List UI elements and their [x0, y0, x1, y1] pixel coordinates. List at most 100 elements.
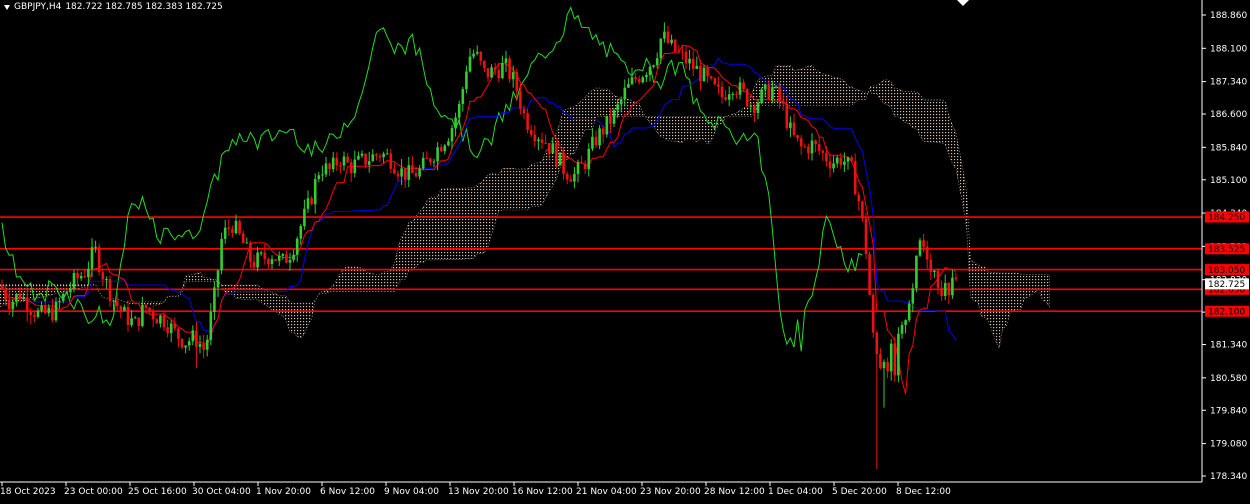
candle [889, 339, 893, 381]
candle-body [270, 259, 274, 265]
candle-body [706, 67, 709, 77]
candle-body [288, 259, 292, 263]
candle-body [904, 320, 907, 325]
candle-body [889, 343, 893, 372]
candle-body [807, 146, 810, 154]
candle [731, 91, 735, 101]
candle-body [871, 294, 875, 333]
candle-body [468, 56, 472, 72]
candle-body [342, 156, 346, 166]
candle-body [123, 307, 126, 311]
candle-body [439, 147, 443, 152]
candle [126, 300, 130, 332]
candle-body [673, 39, 677, 52]
candle [875, 330, 879, 469]
candle [331, 151, 335, 173]
candle [555, 141, 558, 169]
candle [227, 219, 231, 236]
candle-body [619, 99, 623, 105]
candle-body [907, 303, 911, 321]
candle-body [655, 58, 659, 66]
ohlc-label: 182.722 182.785 182.383 182.725 [65, 2, 223, 12]
candle-body [105, 278, 108, 280]
candle-body [313, 179, 317, 205]
candle [295, 236, 299, 262]
candle-body [256, 252, 259, 268]
candle [508, 55, 511, 83]
candle-body [951, 277, 954, 296]
candle-body [767, 84, 771, 100]
x-tick-label: 23 Nov 20:00 [640, 487, 701, 497]
candle-body [227, 227, 231, 229]
candle [299, 223, 303, 245]
candle [133, 315, 137, 319]
candle [36, 307, 40, 319]
candle [565, 171, 569, 185]
candle [108, 275, 112, 307]
candle-body [375, 154, 378, 156]
candle-body [699, 65, 702, 82]
candle [637, 75, 641, 85]
candle [79, 271, 83, 281]
candle-body [835, 157, 839, 164]
candle [339, 161, 342, 174]
candle-body [25, 297, 29, 313]
candle [43, 302, 47, 315]
candle [443, 144, 447, 155]
x-tick-label: 1 Nov 20:00 [256, 487, 311, 497]
candle [673, 39, 677, 53]
candle-body [245, 242, 249, 244]
candle-body [533, 134, 537, 142]
candle [886, 357, 889, 379]
candle-body [861, 201, 864, 219]
candle [454, 112, 457, 137]
candle [745, 87, 749, 109]
candle [699, 59, 702, 91]
candle [324, 156, 328, 178]
chart-shift-marker-icon[interactable] [957, 0, 969, 6]
candle-body [216, 270, 220, 288]
candle-body [583, 163, 587, 170]
price-axis: 188.860 188.100 187.340 186.600 185.840 185.1… [1201, 0, 1249, 482]
candle-body [94, 246, 97, 248]
candle [231, 225, 234, 238]
candle [695, 56, 699, 69]
candle [130, 309, 133, 328]
candle [425, 151, 429, 159]
candle-body [717, 84, 720, 87]
candle-body [666, 31, 670, 44]
symbol-menu-icon[interactable] [4, 4, 10, 10]
candle [897, 327, 900, 383]
x-tick-label: 9 Nov 04:00 [384, 487, 439, 497]
candle [407, 156, 411, 188]
candle-body [832, 163, 835, 169]
candle-body [36, 310, 40, 317]
candle [821, 149, 825, 161]
candle [202, 334, 205, 359]
candle-body [202, 344, 205, 350]
candle-body [774, 86, 778, 88]
candle-body [141, 304, 144, 326]
level-price-label: 184.250 [1208, 213, 1245, 223]
candle-body [897, 333, 900, 376]
candle-body [929, 259, 933, 272]
candle-body [789, 122, 792, 128]
candle [342, 151, 346, 171]
candle [792, 113, 796, 137]
candle [904, 319, 907, 334]
candle-body [65, 292, 69, 294]
candle-body [529, 129, 533, 135]
candle-body [11, 301, 15, 310]
candle-body [112, 300, 115, 302]
candle [861, 200, 864, 222]
candle-body [263, 252, 267, 260]
candle-body [558, 152, 562, 166]
candle-body [33, 315, 36, 317]
candle [263, 243, 267, 265]
candle-body [436, 147, 439, 162]
candle [688, 50, 691, 71]
candle-body [544, 142, 547, 144]
candle-body [591, 136, 594, 149]
candle-body [853, 161, 857, 195]
candle [292, 249, 295, 263]
